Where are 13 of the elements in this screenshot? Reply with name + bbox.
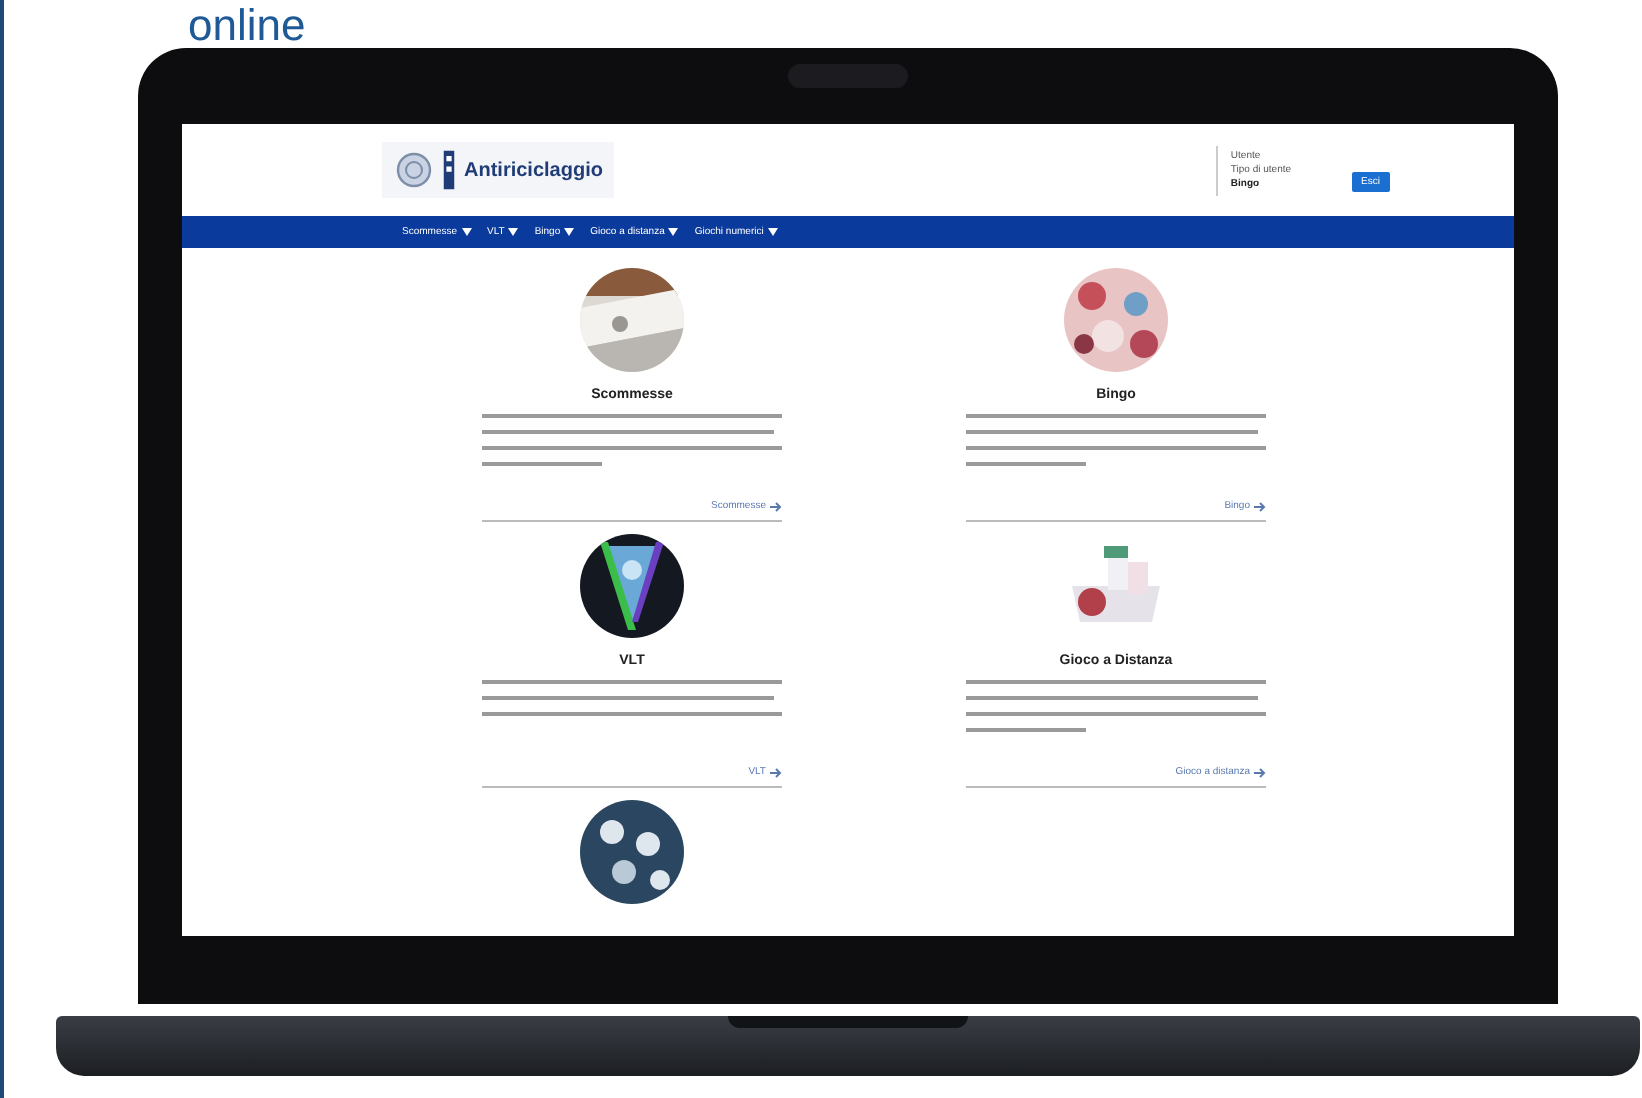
caret-icon bbox=[461, 228, 472, 236]
arrow-icon bbox=[770, 767, 782, 777]
tower-icon bbox=[442, 148, 456, 192]
caret-icon bbox=[508, 228, 519, 236]
caret-icon bbox=[668, 228, 679, 236]
page-heading: online bbox=[188, 0, 306, 52]
arrow-icon bbox=[1254, 501, 1266, 511]
caret-icon bbox=[564, 228, 575, 236]
arrow-icon bbox=[1254, 767, 1266, 777]
site-logo-text: Antiriciclaggio bbox=[464, 159, 603, 181]
arrow-icon bbox=[770, 501, 782, 511]
caret-icon bbox=[767, 228, 778, 236]
emblem-icon bbox=[394, 150, 434, 190]
